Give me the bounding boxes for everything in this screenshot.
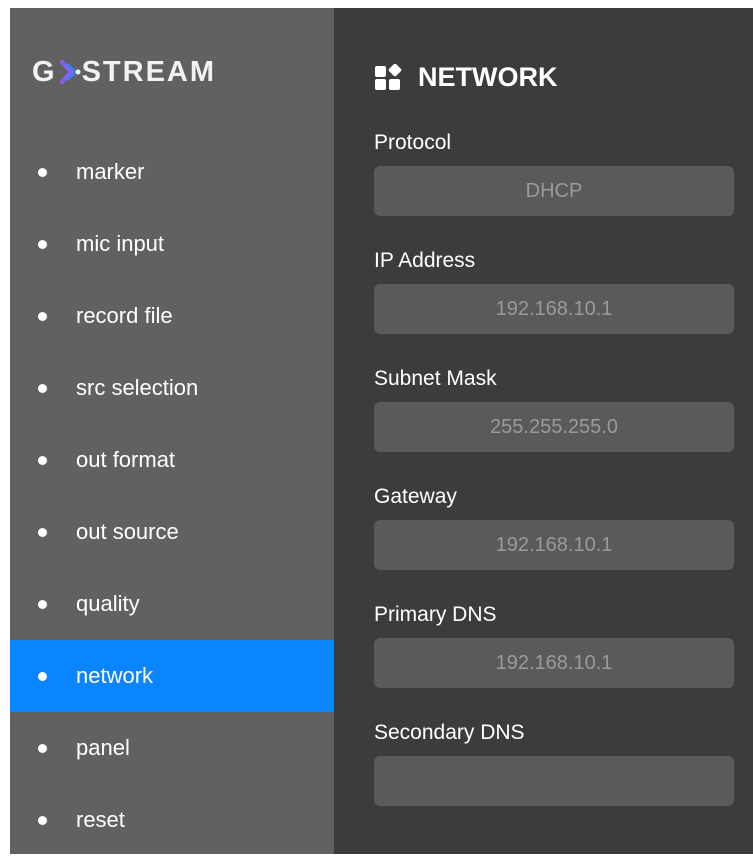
bullet-icon: [38, 743, 47, 753]
grid-icon: [375, 63, 402, 90]
sidebar-item-label: out format: [76, 447, 176, 472]
sidebar-item-out-source[interactable]: out source: [10, 496, 334, 568]
sidebar-item-network[interactable]: network: [10, 640, 334, 712]
bullet-icon: [38, 383, 47, 393]
sidebar-item-out-format[interactable]: out format: [10, 424, 334, 496]
bullet-icon: [38, 599, 47, 609]
secondary-dns-label: Secondary DNS: [374, 721, 525, 744]
gateway-label: Gateway: [374, 485, 457, 508]
sidebar-item-label: panel: [76, 735, 130, 760]
ip-address-field[interactable]: 192.168.10.1: [374, 284, 734, 334]
protocol-select[interactable]: DHCP: [374, 166, 734, 216]
sidebar-item-label: network: [76, 663, 154, 688]
sidebar-item-label: out source: [76, 519, 179, 544]
sidebar-item-label: record file: [76, 303, 173, 328]
bullet-icon: [38, 239, 47, 249]
bullet-icon: [38, 815, 47, 825]
sidebar-item-label: src selection: [76, 375, 199, 400]
gateway-field-group: Gateway 192.168.10.1: [374, 482, 734, 570]
bullet-icon: [38, 167, 47, 177]
subnet-mask-field-group: Subnet Mask 255.255.255.0: [374, 364, 734, 452]
sidebar-item-label: marker: [76, 159, 145, 184]
secondary-dns-field[interactable]: [374, 756, 734, 806]
brand-logo: G STREAM: [32, 54, 216, 90]
sidebar-item-panel[interactable]: panel: [10, 712, 334, 784]
sidebar-item-label: mic input: [76, 231, 165, 256]
sidebar: G STREAM marker mic input record file sr…: [10, 8, 334, 854]
bullet-icon: [38, 527, 47, 537]
sidebar-item-reset[interactable]: reset: [10, 784, 334, 856]
protocol-field-group: Protocol DHCP: [374, 128, 734, 216]
sidebar-item-label: reset: [76, 807, 125, 832]
ip-address-field-group: IP Address 192.168.10.1: [374, 246, 734, 334]
bullet-icon: [38, 455, 47, 465]
subnet-mask-label: Subnet Mask: [374, 367, 497, 390]
bullet-icon: [38, 311, 47, 321]
sidebar-nav: marker mic input record file src selecti…: [10, 136, 334, 856]
gateway-field[interactable]: 192.168.10.1: [374, 520, 734, 570]
sidebar-item-marker[interactable]: marker: [10, 136, 334, 208]
sidebar-item-quality[interactable]: quality: [10, 568, 334, 640]
primary-dns-field[interactable]: 192.168.10.1: [374, 638, 734, 688]
logo-suffix: STREAM: [81, 55, 217, 88]
primary-dns-label: Primary DNS: [374, 603, 497, 626]
primary-dns-field-group: Primary DNS 192.168.10.1: [374, 600, 734, 688]
secondary-dns-field-group: Secondary DNS: [374, 718, 734, 806]
sidebar-item-record-file[interactable]: record file: [10, 280, 334, 352]
bullet-icon: [38, 671, 47, 681]
logo-mark-icon: [59, 59, 81, 85]
network-settings-panel: NETWORK Protocol DHCP IP Address 192.168…: [334, 8, 753, 854]
settings-window: G STREAM marker mic input record file sr…: [10, 8, 753, 854]
logo-prefix: G: [32, 55, 57, 88]
ip-address-label: IP Address: [374, 249, 476, 272]
section-header: NETWORK: [374, 62, 557, 93]
subnet-mask-field[interactable]: 255.255.255.0: [374, 402, 734, 452]
sidebar-item-src-selection[interactable]: src selection: [10, 352, 334, 424]
protocol-label: Protocol: [374, 131, 452, 154]
sidebar-item-mic-input[interactable]: mic input: [10, 208, 334, 280]
sidebar-item-label: quality: [76, 591, 140, 616]
page-title: NETWORK: [418, 62, 558, 92]
